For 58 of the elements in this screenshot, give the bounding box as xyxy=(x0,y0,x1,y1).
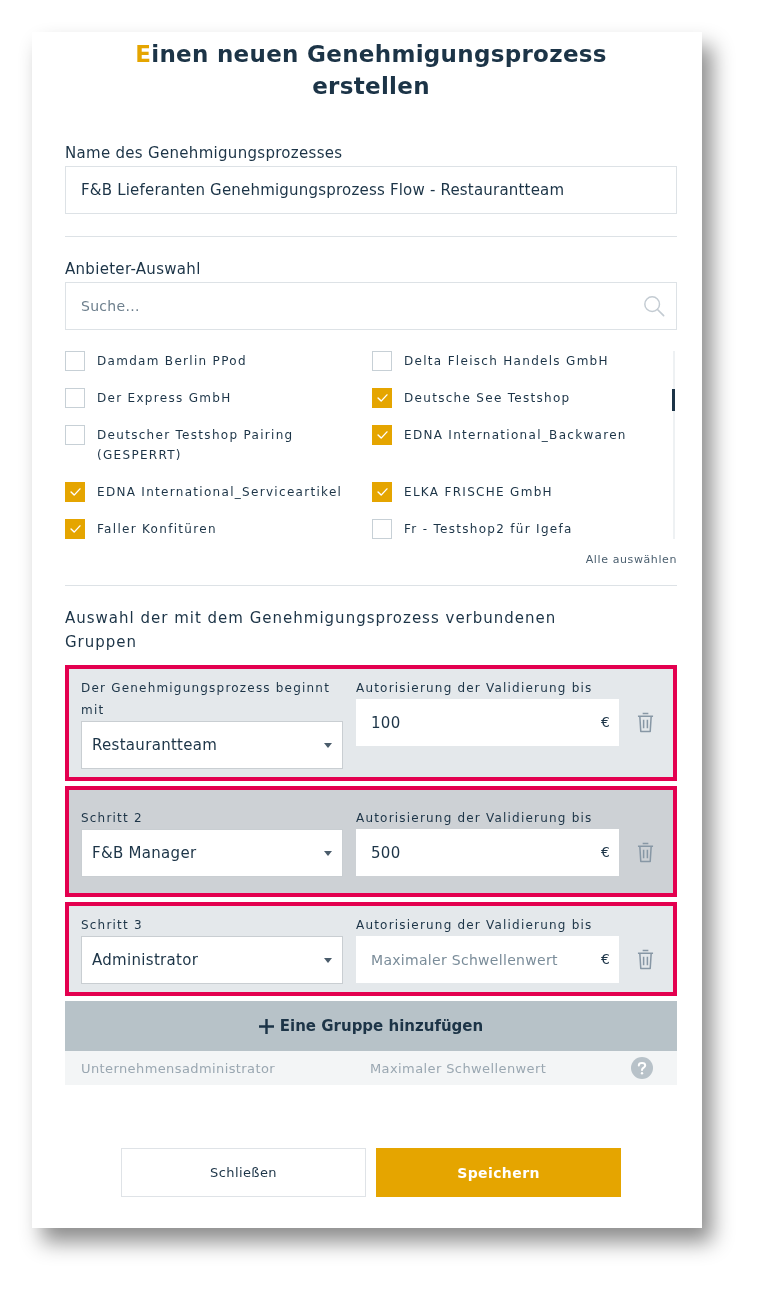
scrollbar-thumb[interactable] xyxy=(672,389,675,411)
checkmark-icon xyxy=(376,488,388,496)
step-label: Der Genehmigungsprozess beginnt mit xyxy=(81,680,332,719)
vendor-name: Fr - Testshop2 für Igefa xyxy=(404,521,573,538)
checkbox[interactable] xyxy=(65,482,85,502)
trash-icon[interactable] xyxy=(637,949,654,970)
vendor-name: Faller Konfitüren xyxy=(97,521,217,538)
threshold-text: Maximaler Schwellenwert xyxy=(370,1060,548,1076)
group-name: Unternehmensadministrator xyxy=(81,1060,277,1076)
trash-icon[interactable] xyxy=(637,712,654,733)
checkbox[interactable] xyxy=(372,351,392,371)
group-select[interactable]: Administrator xyxy=(81,936,343,984)
step-label: Autorisierung der Validierung bis xyxy=(356,917,594,934)
help-icon[interactable] xyxy=(631,1057,653,1079)
checkbox[interactable] xyxy=(372,519,392,539)
vendor-name: EDNA International_Backwaren xyxy=(404,427,627,444)
select-all-link[interactable]: Alle auswählen xyxy=(585,552,677,568)
vendor-name: EDNA International_Serviceartikel xyxy=(97,484,343,501)
group-select[interactable]: F&B Manager xyxy=(81,829,343,877)
checkbox[interactable] xyxy=(65,388,85,408)
checkbox[interactable] xyxy=(372,425,392,445)
vendor-name: ELKA FRISCHE GmbH xyxy=(404,484,553,501)
checkmark-icon xyxy=(376,394,388,402)
step-label: Schritt 3 xyxy=(81,917,144,934)
caret-icon xyxy=(324,742,332,748)
currency-symbol: € xyxy=(601,843,610,861)
step-label: Autorisierung der Validierung bis xyxy=(356,680,594,697)
checkbox[interactable] xyxy=(65,519,85,539)
step-label: Autorisierung der Validierung bis xyxy=(356,810,594,827)
checkmark-icon xyxy=(69,488,81,496)
vendor-name: Damdam Berlin PPod xyxy=(97,353,247,370)
section-heading: Auswahl der mit dem Genehmigungsprozess verbundenen Gruppen xyxy=(65,608,558,653)
currency-symbol: € xyxy=(601,950,610,968)
step-label: Schritt 2 xyxy=(81,810,144,827)
checkmark-icon xyxy=(376,431,388,439)
checkbox[interactable] xyxy=(65,351,85,371)
vendor-name: Der Express GmbH xyxy=(97,390,232,407)
checkbox[interactable] xyxy=(372,482,392,502)
checkbox[interactable] xyxy=(65,425,85,445)
checkbox[interactable] xyxy=(372,388,392,408)
group-select[interactable]: Restaurantteam xyxy=(81,721,343,769)
search-icon xyxy=(643,295,665,317)
field-label: Name des Genehmigungsprozesses xyxy=(65,143,343,163)
plus-icon xyxy=(258,1018,274,1034)
vendor-name: Deutscher Testshop Pairing (GESPERRT) xyxy=(97,427,295,464)
caret-icon xyxy=(324,850,332,856)
dialog-title: Einen neuen Genehmigungsprozess erstellen xyxy=(134,40,608,101)
checkmark-icon xyxy=(69,525,81,533)
add-group-button[interactable]: Eine Gruppe hinzufügen xyxy=(65,1001,677,1051)
vendor-name: Delta Fleisch Handels GmbH xyxy=(404,353,609,370)
trash-icon[interactable] xyxy=(637,842,654,863)
caret-icon xyxy=(324,957,332,963)
currency-symbol: € xyxy=(601,713,610,731)
field-label: Anbieter-Auswahl xyxy=(65,259,201,279)
name-field[interactable]: F&B Lieferanten Genehmigungsprozess Flow - Restaurantteam xyxy=(65,166,677,214)
vendor-name: Deutsche See Testshop xyxy=(404,390,571,407)
search-field[interactable]: Suche... xyxy=(65,282,677,330)
dialog-button[interactable]: Schließen xyxy=(121,1148,366,1197)
